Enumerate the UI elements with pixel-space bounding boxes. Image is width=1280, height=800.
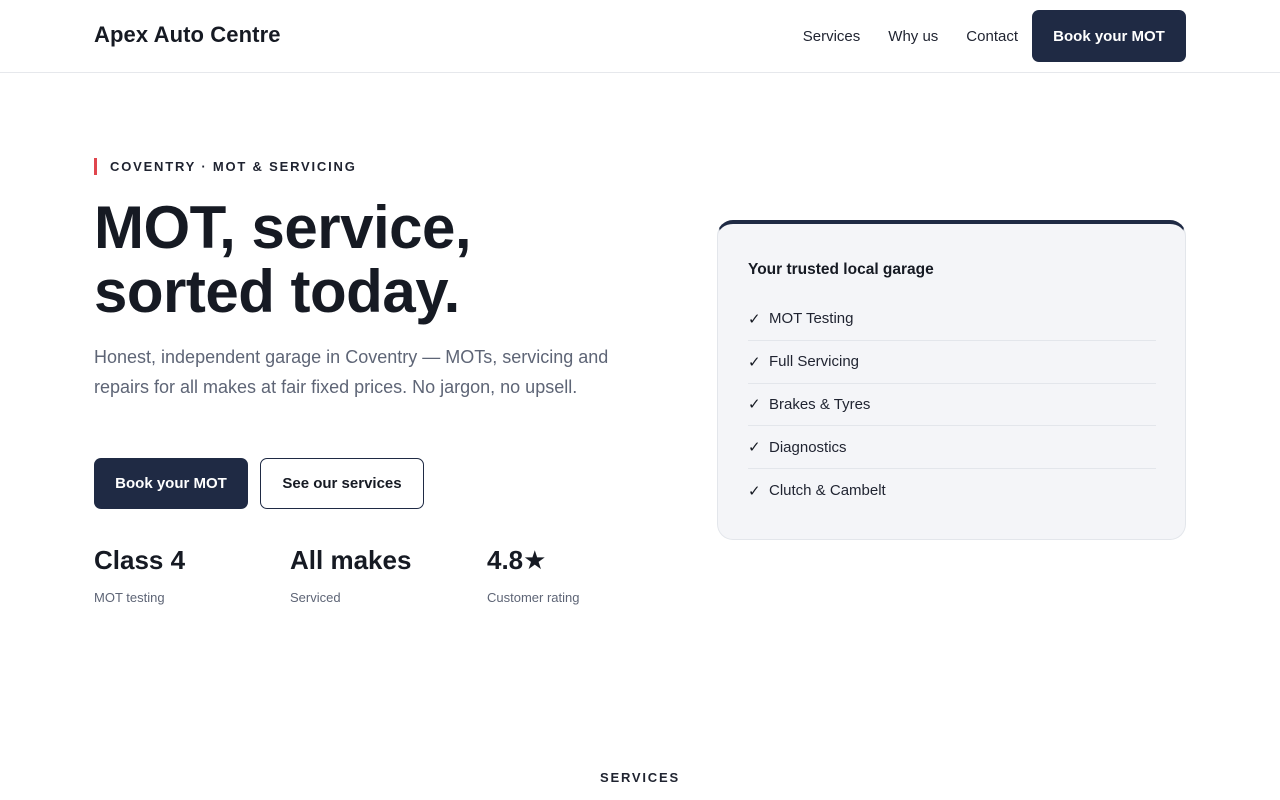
checklist-item-label: MOT Testing: [769, 310, 854, 328]
hero-cta-row: Book your MOT See our services: [94, 458, 424, 509]
checklist-item: ✓ MOT Testing: [748, 298, 1156, 341]
stat-label: Serviced: [290, 590, 341, 605]
hero-eyebrow: COVENTRY · MOT & SERVICING: [94, 158, 357, 175]
hero-subtitle: Honest, independent garage in Coventry —…: [94, 347, 609, 397]
checklist-item: ✓ Clutch & Cambelt: [748, 469, 1156, 512]
checklist-item: ✓ Diagnostics: [748, 426, 1156, 470]
header-book-mot-button[interactable]: Book your MOT: [1032, 10, 1186, 62]
check-icon: ✓: [748, 396, 761, 414]
services-checklist: ✓ MOT Testing ✓ Full Servicing ✓ Brakes & T…: [748, 298, 1156, 512]
hero-title-line-1: MOT, service,: [94, 194, 472, 261]
hero-book-mot-button[interactable]: Book your MOT: [94, 458, 248, 509]
check-icon: ✓: [748, 353, 761, 371]
check-icon: ✓: [748, 310, 761, 328]
check-icon: ✓: [748, 482, 761, 500]
hero-title-line-2: sorted today.: [94, 258, 460, 325]
stat-mot-class: Class 4 MOT testing: [94, 544, 274, 605]
stat-makes: All makes Serviced: [290, 544, 470, 605]
services-section-label: SERVICES: [600, 770, 680, 785]
nav-link-services[interactable]: Services: [803, 28, 861, 45]
stat-label: Customer rating: [487, 590, 580, 605]
checklist-item-label: Diagnostics: [769, 438, 847, 456]
brand-logo-text[interactable]: Apex Auto Centre: [94, 22, 281, 48]
nav-link-contact[interactable]: Contact: [966, 28, 1018, 45]
trusted-garage-card: Your trusted local garage ✓ MOT Testing ✓…: [717, 220, 1186, 540]
check-icon: ✓: [748, 439, 761, 457]
checklist-item: ✓ Full Servicing: [748, 341, 1156, 384]
stat-label: MOT testing: [94, 590, 165, 605]
stat-value: 4.8★: [487, 545, 547, 575]
checklist-item-label: Full Servicing: [769, 353, 860, 371]
card-title: Your trusted local garage: [748, 261, 934, 278]
checklist-item-label: Brakes & Tyres: [769, 395, 871, 413]
hero-title: MOT, service, sorted today.: [94, 196, 614, 324]
stat-value: Class 4: [94, 545, 186, 575]
main-nav: Services Why us Contact Book your MOT: [803, 10, 1186, 62]
nav-link-why-us[interactable]: Why us: [888, 28, 938, 45]
stat-value: All makes: [290, 545, 412, 575]
checklist-item: ✓ Brakes & Tyres: [748, 384, 1156, 427]
site-header: Apex Auto Centre Services Why us Contact…: [0, 0, 1280, 73]
see-services-button[interactable]: See our services: [260, 458, 424, 509]
stat-rating: 4.8★ Customer rating: [487, 544, 667, 605]
checklist-item-label: Clutch & Cambelt: [769, 482, 886, 500]
